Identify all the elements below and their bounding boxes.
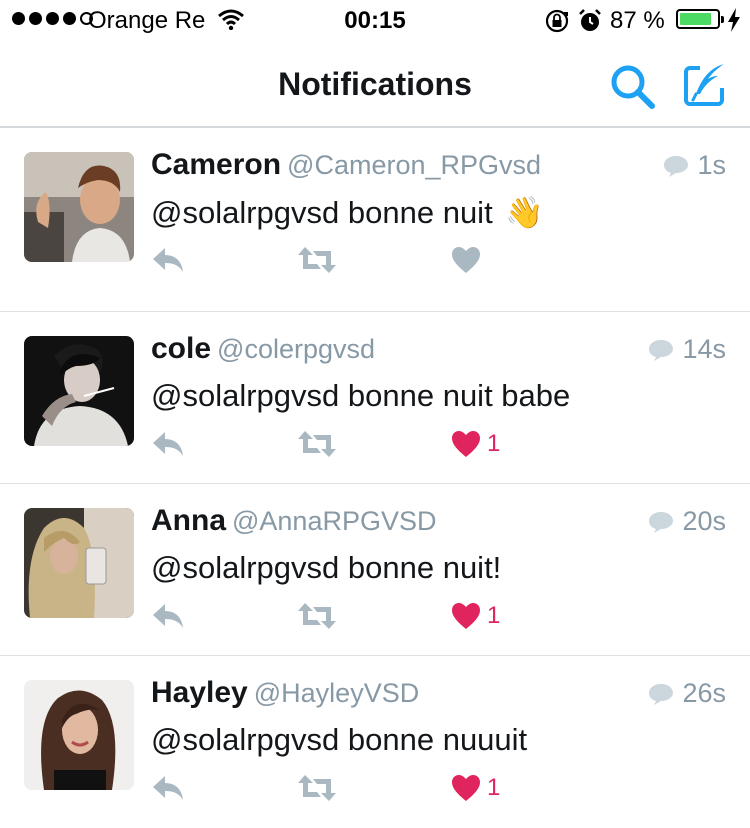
heart-icon	[452, 603, 480, 629]
like-button[interactable]	[451, 240, 487, 280]
mention-bubble-icon	[649, 339, 674, 361]
user-handle[interactable]: @Cameron_RPGvsd	[287, 150, 541, 180]
tweet-text-content: @solalrpgvsd bonne nuit!	[151, 550, 502, 585]
alarm-icon	[578, 8, 602, 41]
tweet-text: @solalrpgvsd bonne nuit babe	[151, 378, 570, 414]
tweet-text: @solalrpgvsd bonne nuit 👋	[151, 194, 544, 231]
notification-item[interactable]: Anna @AnnaRPGVSD 20s @solalrpgvsd bonne n…	[0, 484, 750, 656]
notification-header: Anna @AnnaRPGVSD 20s	[151, 504, 726, 542]
like-button[interactable]: 1	[451, 596, 500, 636]
like-count: 1	[487, 774, 501, 801]
timestamp: 14s	[648, 334, 726, 365]
heart-icon	[452, 431, 480, 457]
retweet-button[interactable]	[297, 596, 337, 636]
charging-bolt-icon	[727, 8, 741, 39]
tweet-actions	[151, 240, 551, 280]
search-button[interactable]	[608, 62, 658, 112]
avatar[interactable]	[24, 336, 134, 446]
reply-button[interactable]	[151, 768, 185, 808]
user-name[interactable]: Hayley	[151, 676, 248, 709]
compose-tweet-icon	[684, 64, 724, 106]
notification-item[interactable]: Cameron @Cameron_RPGvsd 1s @solalrpgvsd b…	[0, 128, 750, 312]
status-bar: Orange Re 00:15 87 %	[0, 0, 750, 40]
avatar[interactable]	[24, 508, 134, 618]
reply-icon	[153, 432, 183, 456]
mention-bubble-icon	[649, 683, 674, 705]
mention-bubble-icon	[649, 511, 674, 533]
user-handle[interactable]: @colerpgvsd	[217, 334, 375, 364]
reply-icon	[153, 776, 183, 800]
tweet-text: @solalrpgvsd bonne nuuuit	[151, 722, 527, 758]
retweet-icon	[298, 603, 336, 629]
like-count: 1	[487, 602, 501, 629]
waving-hand-emoji: 👋	[505, 195, 544, 230]
notification-header: cole @colerpgvsd 14s	[151, 332, 726, 370]
search-icon	[611, 65, 655, 109]
battery-percent: 87 %	[610, 7, 665, 34]
battery-icon	[676, 9, 724, 29]
mention-bubble-icon	[664, 155, 689, 177]
reply-icon	[153, 604, 183, 628]
rotation-lock-icon	[544, 8, 570, 41]
user-handle[interactable]: @AnnaRPGVSD	[232, 506, 437, 536]
avatar[interactable]	[24, 680, 134, 790]
user-name[interactable]: cole	[151, 332, 211, 365]
compose-tweet-button[interactable]	[680, 60, 730, 110]
reply-button[interactable]	[151, 240, 185, 280]
timestamp: 20s	[648, 506, 726, 537]
heart-icon	[452, 247, 480, 273]
avatar[interactable]	[24, 152, 134, 262]
retweet-icon	[298, 247, 336, 273]
time-ago: 26s	[682, 678, 726, 708]
retweet-button[interactable]	[297, 768, 337, 808]
reply-icon	[153, 248, 183, 272]
notifications-list: Cameron @Cameron_RPGvsd 1s @solalrpgvsd b…	[0, 128, 750, 828]
user-name[interactable]: Anna	[151, 504, 226, 537]
tweet-actions: 1	[151, 768, 551, 808]
time-ago: 1s	[697, 150, 726, 180]
tweet-text-content: @solalrpgvsd bonne nuuuit	[151, 722, 528, 757]
notification-item[interactable]: Hayley @HayleyVSD 26s @solalrpgvsd bonne …	[0, 656, 750, 828]
notification-header: Hayley @HayleyVSD 26s	[151, 676, 726, 714]
heart-icon	[452, 775, 480, 801]
reply-button[interactable]	[151, 424, 185, 464]
reply-button[interactable]	[151, 596, 185, 636]
timestamp: 1s	[663, 150, 726, 181]
like-button[interactable]: 1	[451, 424, 500, 464]
retweet-icon	[298, 431, 336, 457]
like-button[interactable]: 1	[451, 768, 500, 808]
notification-header: Cameron @Cameron_RPGvsd 1s	[151, 148, 726, 186]
retweet-icon	[298, 775, 336, 801]
user-handle[interactable]: @HayleyVSD	[254, 678, 419, 708]
tweet-text-content: @solalrpgvsd bonne nuit babe	[151, 378, 571, 413]
like-count: 1	[487, 430, 501, 457]
navigation-bar: Notifications	[0, 40, 750, 128]
retweet-button[interactable]	[297, 424, 337, 464]
tweet-actions: 1	[151, 424, 551, 464]
retweet-button[interactable]	[297, 240, 337, 280]
timestamp: 26s	[648, 678, 726, 709]
notification-item[interactable]: cole @colerpgvsd 14s @solalrpgvsd bonne n…	[0, 312, 750, 484]
time-ago: 14s	[682, 334, 726, 364]
user-name[interactable]: Cameron	[151, 148, 281, 181]
time-ago: 20s	[682, 506, 726, 536]
tweet-text: @solalrpgvsd bonne nuit!	[151, 550, 501, 586]
tweet-text-content: @solalrpgvsd bonne nuit	[151, 195, 493, 230]
tweet-actions: 1	[151, 596, 551, 636]
